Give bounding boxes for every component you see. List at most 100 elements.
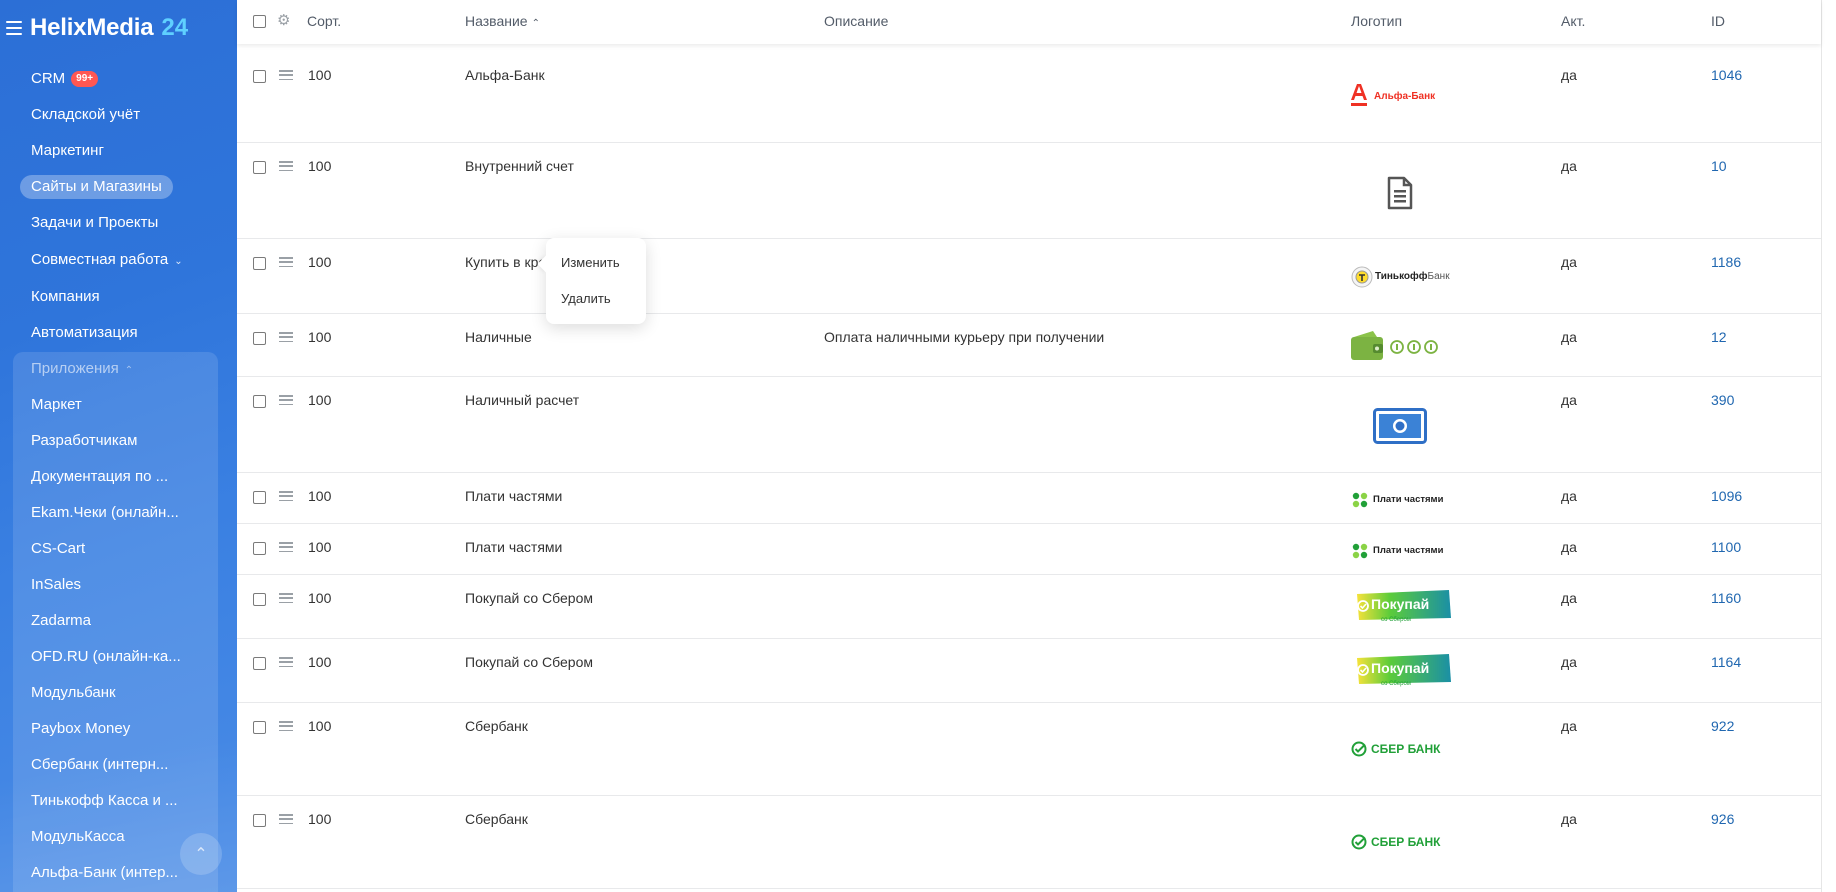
name-cell: Плати частями bbox=[465, 539, 563, 555]
table-row[interactable]: 100 Плати частями Плати частями да 1096 bbox=[237, 473, 1821, 524]
id-link[interactable]: 390 bbox=[1711, 392, 1734, 408]
sidebar-item-tasks[interactable]: Задачи и Проекты bbox=[31, 211, 158, 235]
name-cell: Внутренний счет bbox=[465, 158, 574, 174]
sidebar-item-zadarma[interactable]: Zadarma bbox=[31, 609, 91, 633]
drag-handle-icon[interactable] bbox=[279, 721, 293, 731]
id-link[interactable]: 1164 bbox=[1711, 654, 1741, 670]
sidebar-item-sites-shops[interactable]: Сайты и Магазины bbox=[20, 175, 173, 199]
description-cell: Оплата наличными курьеру при получении bbox=[824, 329, 1105, 345]
id-link[interactable]: 1046 bbox=[1711, 67, 1742, 83]
id-link[interactable]: 1096 bbox=[1711, 488, 1742, 504]
sort-cell: 100 bbox=[308, 329, 332, 345]
column-header-name[interactable]: Название ⌃ bbox=[465, 13, 540, 29]
id-link[interactable]: 1100 bbox=[1711, 539, 1741, 555]
sidebar-item-apps[interactable]: Приложения ⌃ bbox=[31, 357, 133, 381]
sidebar-item-warehouse[interactable]: Складской учёт bbox=[31, 103, 140, 127]
row-checkbox[interactable] bbox=[253, 721, 266, 734]
table-row[interactable]: 100 Покупай со Сбером Покупай со Сбером … bbox=[237, 575, 1821, 639]
row-checkbox[interactable] bbox=[253, 395, 266, 408]
drag-handle-icon[interactable] bbox=[279, 395, 293, 405]
scroll-up-button[interactable]: ⌃ bbox=[180, 833, 222, 875]
sidebar-item-modulbank[interactable]: Модульбанк bbox=[31, 681, 116, 705]
table-row[interactable]: 100 Покупай со Сбером Покупай со Сбером … bbox=[237, 639, 1821, 703]
drag-handle-icon[interactable] bbox=[279, 542, 293, 552]
table-row[interactable]: 100 Наличные Оплата наличными курьеру пр… bbox=[237, 314, 1821, 377]
sidebar-item-developers[interactable]: Разработчикам bbox=[31, 429, 137, 453]
select-all-checkbox[interactable] bbox=[253, 15, 266, 28]
table-row[interactable]: 100 Внутренний счет да 10 bbox=[237, 143, 1821, 239]
gear-icon[interactable]: ⚙ bbox=[277, 13, 292, 28]
sidebar-item-marketing[interactable]: Маркетинг bbox=[31, 139, 104, 163]
drag-handle-icon[interactable] bbox=[279, 491, 293, 501]
row-checkbox[interactable] bbox=[253, 593, 266, 606]
table-row[interactable]: 100 Альфа-Банк Альфа-Банк да 1046 bbox=[237, 52, 1821, 143]
drag-handle-icon[interactable] bbox=[279, 332, 293, 342]
table-row[interactable]: 100 Сбербанк СБЕР БАНК да 922 bbox=[237, 703, 1821, 796]
sidebar-item-alfa-internet[interactable]: Альфа-Банк (интер... bbox=[31, 861, 178, 885]
row-checkbox[interactable] bbox=[253, 657, 266, 670]
table-row[interactable]: 100 Плати частями Плати частями да 1100 bbox=[237, 524, 1821, 575]
table-row[interactable]: 100 Купить в кредит ТинькоффБанк да 1186 bbox=[237, 239, 1821, 314]
drag-handle-icon[interactable] bbox=[279, 593, 293, 603]
scrollbar[interactable] bbox=[1821, 0, 1836, 892]
sort-cell: 100 bbox=[308, 67, 332, 83]
row-checkbox[interactable] bbox=[253, 542, 266, 555]
drag-handle-icon[interactable] bbox=[279, 257, 293, 267]
name-cell: Покупай со Сбером bbox=[465, 654, 593, 670]
sidebar-item-sberbank-internet[interactable]: Сбербанк (интерн... bbox=[31, 753, 168, 777]
sidebar-item-ekam[interactable]: Ekam.Чеки (онлайн... bbox=[31, 501, 179, 525]
sidebar-item-ofd[interactable]: OFD.RU (онлайн-ка... bbox=[31, 645, 181, 669]
delete-menu-item[interactable]: Удалить bbox=[561, 291, 611, 306]
sort-cell: 100 bbox=[308, 392, 332, 408]
column-header-id[interactable]: ID bbox=[1711, 13, 1725, 29]
row-checkbox[interactable] bbox=[253, 332, 266, 345]
name-cell: Сбербанк bbox=[465, 718, 528, 734]
table-row[interactable]: 100 Сбербанк СБЕР БАНК да 926 bbox=[237, 796, 1821, 889]
drag-handle-icon[interactable] bbox=[279, 161, 293, 171]
brand-name: HelixMedia bbox=[30, 14, 154, 41]
row-checkbox[interactable] bbox=[253, 70, 266, 83]
column-header-active[interactable]: Акт. bbox=[1561, 13, 1585, 29]
drag-handle-icon[interactable] bbox=[279, 657, 293, 667]
brand[interactable]: HelixMedia 24 bbox=[6, 14, 188, 42]
sort-cell: 100 bbox=[308, 718, 332, 734]
column-header-sort[interactable]: Сорт. bbox=[307, 13, 341, 29]
pokupay-so-sberom-logo: Покупай со Сбером bbox=[1351, 654, 1451, 690]
name-cell: Покупай со Сбером bbox=[465, 590, 593, 606]
table-row[interactable]: 100 Наличный расчет да 390 bbox=[237, 377, 1821, 473]
row-checkbox[interactable] bbox=[253, 814, 266, 827]
row-checkbox[interactable] bbox=[253, 257, 266, 270]
sort-ascending-icon: ⌃ bbox=[531, 18, 540, 29]
sidebar-item-modulkassa[interactable]: МодульКасса bbox=[31, 825, 125, 849]
cash-wallet-icon bbox=[1351, 329, 1451, 366]
active-cell: да bbox=[1561, 67, 1577, 83]
sidebar-item-tinkoff-kassa[interactable]: Тинькофф Касса и ... bbox=[31, 789, 178, 813]
column-header-description[interactable]: Описание bbox=[824, 13, 888, 29]
sidebar-item-cs-cart[interactable]: CS-Cart bbox=[31, 537, 85, 561]
id-link[interactable]: 12 bbox=[1711, 329, 1727, 345]
sidebar-item-collaboration[interactable]: Совместная работа ⌄ bbox=[31, 248, 183, 272]
id-link[interactable]: 1160 bbox=[1711, 590, 1741, 606]
sort-cell: 100 bbox=[308, 488, 332, 504]
id-link[interactable]: 1186 bbox=[1711, 254, 1741, 270]
drag-handle-icon[interactable] bbox=[279, 814, 293, 824]
sidebar-item-automation[interactable]: Автоматизация bbox=[31, 321, 138, 345]
drag-handle-icon[interactable] bbox=[279, 70, 293, 80]
sort-cell: 100 bbox=[308, 158, 332, 174]
sidebar-item-crm[interactable]: CRM 99+ bbox=[31, 67, 99, 91]
sidebar-item-label: Совместная работа bbox=[31, 251, 169, 268]
id-link[interactable]: 10 bbox=[1711, 158, 1727, 174]
edit-menu-item[interactable]: Изменить bbox=[561, 255, 620, 270]
column-header-label: Название bbox=[465, 13, 528, 29]
sidebar-item-documentation[interactable]: Документация по ... bbox=[31, 465, 168, 489]
row-checkbox[interactable] bbox=[253, 491, 266, 504]
id-link[interactable]: 922 bbox=[1711, 718, 1734, 734]
id-link[interactable]: 926 bbox=[1711, 811, 1734, 827]
menu-icon[interactable] bbox=[6, 21, 22, 35]
column-header-logo[interactable]: Логотип bbox=[1351, 13, 1402, 29]
sidebar-item-insales[interactable]: InSales bbox=[31, 573, 81, 597]
sidebar-item-company[interactable]: Компания bbox=[31, 285, 100, 309]
sidebar-item-paybox[interactable]: Paybox Money bbox=[31, 717, 130, 741]
sidebar-item-market[interactable]: Маркет bbox=[31, 393, 82, 417]
row-checkbox[interactable] bbox=[253, 161, 266, 174]
